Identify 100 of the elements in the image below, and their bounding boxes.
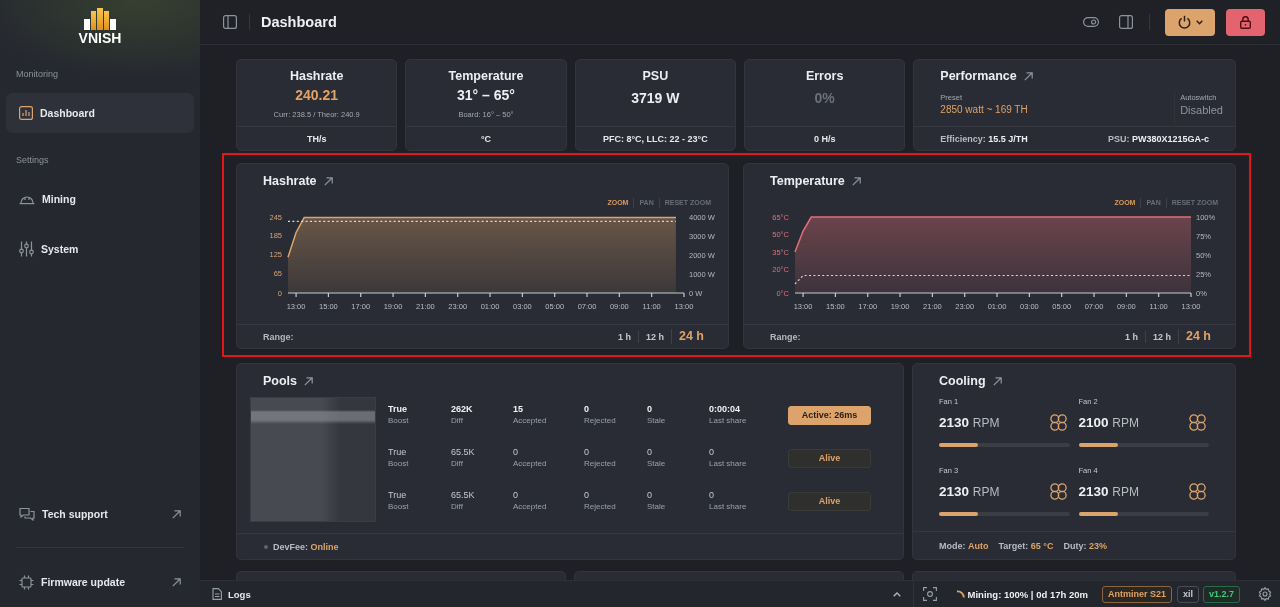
stat-unit: PFC: 8°C, LLC: 22 - 23°C <box>575 126 735 150</box>
footer-stat: Efficiency: 15.5 J/TH <box>940 133 1028 144</box>
page-title: Dashboard <box>261 14 337 30</box>
pool-label: Last share <box>709 501 748 512</box>
mining-status: Mining: 100% | 0d 17h 20m <box>967 588 1088 600</box>
card-title: Performance <box>940 68 1017 84</box>
pool-value: 0:00:04 <box>709 404 742 415</box>
sliders-icon <box>19 241 34 257</box>
stat-title: Errors <box>805 68 844 84</box>
stat-unit: °C <box>406 126 566 150</box>
pool-value: 0 <box>709 447 715 458</box>
sidebar-link[interactable]: Firmware update <box>6 562 194 602</box>
stat-title: Temperature <box>448 68 524 84</box>
pool-value: 65.5K <box>451 490 476 501</box>
sidebar-link[interactable]: Tech support <box>6 494 194 534</box>
cooling-setting: Target: 65 °C <box>998 540 1054 551</box>
pool-value: 0 <box>709 490 715 501</box>
power-icon <box>1177 15 1191 29</box>
model-badge: Antminer S21 <box>1101 585 1172 603</box>
pool-label: Rejected <box>584 415 617 426</box>
range-button[interactable]: 24 h <box>1178 329 1211 344</box>
pool-value: 0 <box>513 490 519 501</box>
pool-status-button[interactable]: Alive <box>788 491 871 511</box>
pool-value: 262K <box>451 404 474 415</box>
toggle-icon <box>1083 17 1099 27</box>
pool-value: True <box>388 490 408 501</box>
external-link-icon[interactable] <box>323 176 333 186</box>
power-menu-button[interactable] <box>1165 8 1215 36</box>
chat-icon <box>19 507 35 521</box>
fan-icon <box>1189 413 1206 431</box>
fan-icon <box>1049 413 1067 431</box>
fan-speed: 2100 RPM <box>1078 414 1139 430</box>
fan-speed: 2130 RPM <box>939 483 1000 499</box>
section-heading: Settings <box>15 154 50 166</box>
caret-up-icon[interactable] <box>892 591 901 597</box>
logs-button[interactable]: Logs <box>212 588 251 600</box>
sidebar-item[interactable]: Mining <box>6 179 194 219</box>
spinner-icon <box>955 589 965 599</box>
panel-toggle-button[interactable] <box>1119 15 1133 29</box>
bar-chart-icon <box>19 106 33 120</box>
external-link-icon[interactable] <box>1023 71 1033 81</box>
pool-value: 0 <box>647 404 653 415</box>
stat-unit: TH/s <box>237 126 397 150</box>
range-button[interactable]: 1 h <box>1117 330 1145 343</box>
pool-label: Stale <box>647 501 667 512</box>
pool-value: 0 <box>584 490 590 501</box>
pool-label: Stale <box>647 458 667 469</box>
panel-left-icon <box>223 15 237 29</box>
sidebar-item[interactable]: System <box>6 229 194 269</box>
card-title: Pools <box>263 373 298 389</box>
sidebar-toggle-button[interactable] <box>223 15 237 29</box>
external-link-icon[interactable] <box>851 176 861 186</box>
range-button[interactable]: 12 h <box>637 330 671 343</box>
caret-icon <box>1195 19 1203 25</box>
pool-label: Boost <box>388 415 410 426</box>
section-heading: Monitoring <box>15 68 60 80</box>
range-button[interactable]: 12 h <box>1144 330 1178 343</box>
stat-value: 31° – 65° <box>457 86 515 105</box>
pool-label: Diff <box>451 458 464 469</box>
devfee-status: DevFee: Online <box>273 541 339 552</box>
card-title: Hashrate <box>263 173 317 189</box>
logo-text: VNISH <box>78 31 122 46</box>
pool-label: Accepted <box>513 501 548 512</box>
pool-value: 0 <box>584 404 590 415</box>
document-icon <box>212 588 222 600</box>
external-link-icon[interactable] <box>992 376 1002 386</box>
card-title: Temperature <box>770 173 845 189</box>
pool-value: 0 <box>584 447 590 458</box>
lock-button[interactable] <box>1226 8 1265 36</box>
pool-label: Stale <box>647 415 667 426</box>
pool-label: Diff <box>451 501 464 512</box>
status-dot-icon <box>264 544 268 549</box>
pool-label: Rejected <box>584 458 617 469</box>
sidebar-item[interactable]: Dashboard <box>6 93 194 133</box>
external-link-icon[interactable] <box>304 376 314 386</box>
theme-toggle-button[interactable] <box>1083 17 1099 27</box>
fan-speed: 2130 RPM <box>1078 483 1139 499</box>
range-button[interactable]: 1 h <box>610 330 638 343</box>
pool-status-button[interactable]: Active: 26ms <box>788 405 871 425</box>
chip-icon <box>19 574 34 590</box>
pool-status-button[interactable]: Alive <box>788 448 871 468</box>
fan-icon <box>1049 482 1067 500</box>
version-badge: v1.2.7 <box>1202 585 1240 603</box>
pool-value: 65.5K <box>451 447 476 458</box>
logo-bars-icon <box>84 8 116 30</box>
pool-value: 0 <box>647 490 653 501</box>
autoswitch-value: Disabled <box>1180 103 1223 117</box>
footer-stat: PSU: PW380X1215GA-c <box>1107 133 1209 144</box>
pool-value: 15 <box>513 404 524 415</box>
range-button[interactable]: 24 h <box>671 329 704 344</box>
settings-icon[interactable] <box>1258 587 1272 601</box>
lock-icon <box>1240 15 1251 29</box>
pool-value: 0 <box>513 447 519 458</box>
pool-value: True <box>388 447 408 458</box>
pool-value: True <box>388 404 408 415</box>
pool-label: Accepted <box>513 415 548 426</box>
fan-icon <box>1189 482 1206 500</box>
scan-icon[interactable] <box>922 587 937 601</box>
stat-value: 0% <box>814 89 835 108</box>
range-label: Range: <box>770 331 801 342</box>
